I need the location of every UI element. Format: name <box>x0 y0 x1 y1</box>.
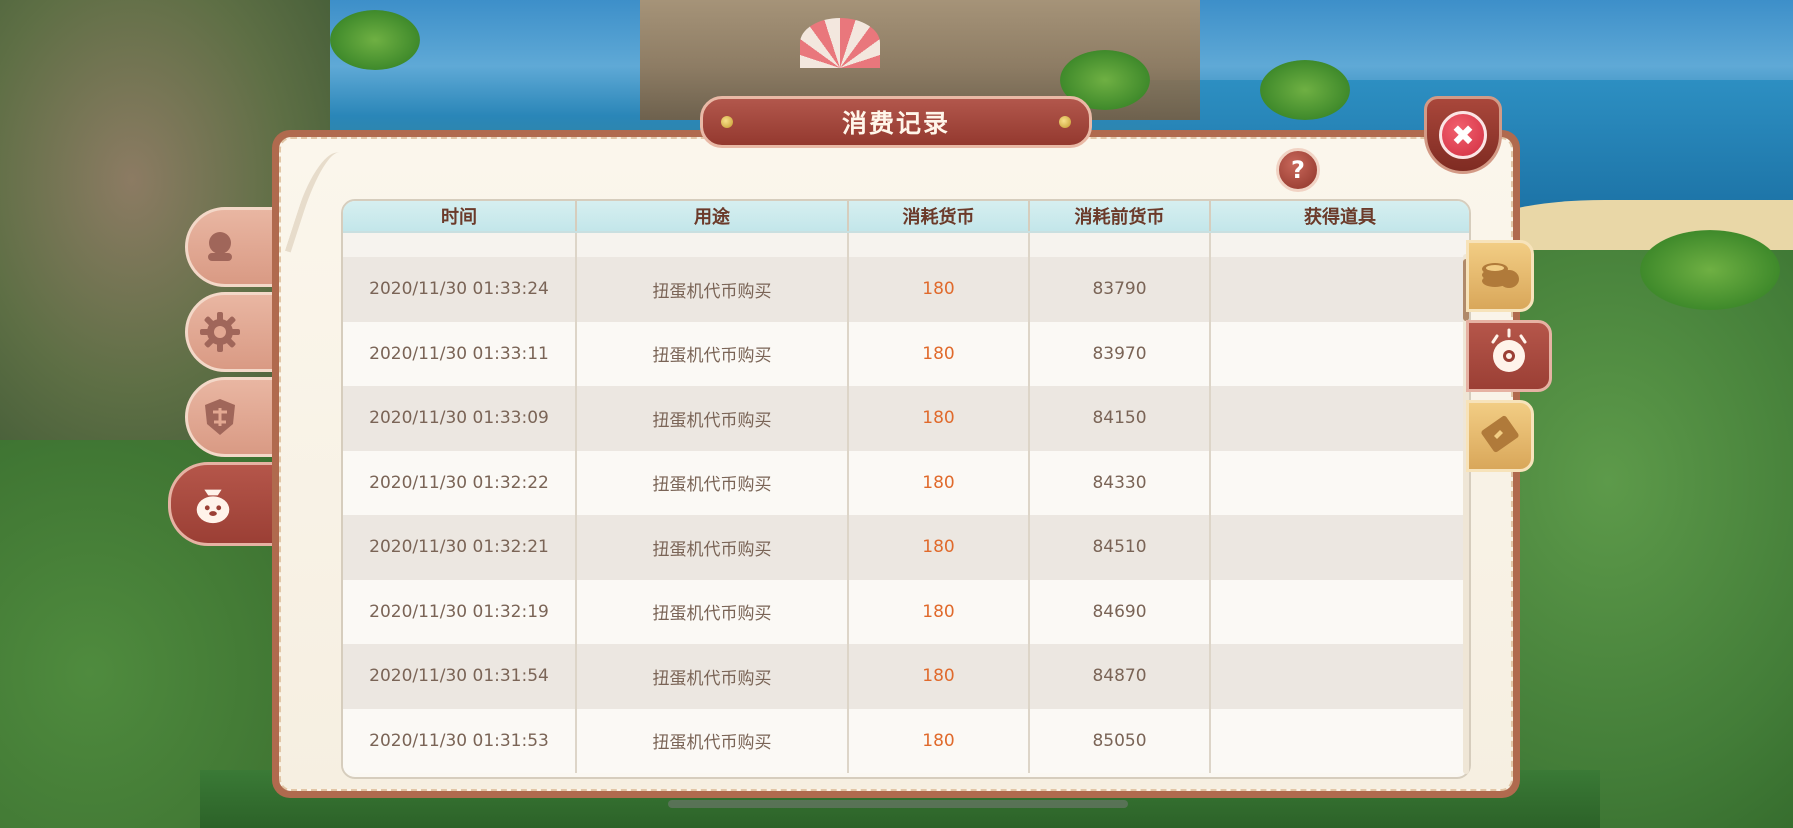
gacha-capsule-icon <box>1483 328 1535 384</box>
cell-item <box>1211 644 1469 709</box>
close-icon: ✖ <box>1439 111 1487 159</box>
cell-cost: 180 <box>849 257 1030 322</box>
cell-usage: 扭蛋机代币购买 <box>577 257 849 322</box>
cell-item <box>1211 322 1469 387</box>
table-body[interactable]: 2020/11/30 01:33:24 扭蛋机代币购买 180 83790 2020/1… <box>343 257 1469 773</box>
close-button[interactable]: ✖ <box>1424 96 1502 174</box>
cell-time: 2020/11/30 01:33:24 <box>343 257 577 322</box>
cell-time: 2020/11/30 01:31:54 <box>343 644 577 709</box>
cell-item <box>1211 451 1469 516</box>
gear-icon <box>198 310 242 354</box>
cell-cost: 180 <box>849 321 1030 386</box>
palm-tree <box>1260 60 1350 120</box>
palm-tree <box>1640 230 1780 310</box>
cell-time: 2020/11/30 01:32:19 <box>343 579 577 644</box>
side-tab-profile[interactable] <box>185 207 285 287</box>
cell-item <box>1211 515 1469 580</box>
table-row[interactable]: 2020/11/30 01:33:11 扭蛋机代币购买 180 83970 <box>343 321 1469 387</box>
cell-time: 2020/11/30 01:32:21 <box>343 515 577 580</box>
rivet <box>1059 116 1071 128</box>
ticket-icon <box>1477 411 1523 461</box>
avatar-icon <box>198 225 242 269</box>
help-icon: ? <box>1291 156 1305 184</box>
help-button[interactable]: ? <box>1276 148 1320 192</box>
table-row[interactable]: 2020/11/30 01:33:24 扭蛋机代币购买 180 83790 <box>343 257 1469 322</box>
table-row[interactable]: 2020/11/30 01:32:19 扭蛋机代币购买 180 84690 <box>343 579 1469 645</box>
cell-item <box>1211 386 1469 451</box>
cell-usage: 扭蛋机代币购买 <box>577 708 849 773</box>
home-indicator[interactable] <box>668 800 1128 808</box>
coins-icon <box>1477 251 1523 301</box>
cell-cost: 180 <box>849 386 1030 451</box>
rivet <box>721 116 733 128</box>
side-tab-guild[interactable] <box>185 377 285 457</box>
cell-time: 2020/11/30 01:33:09 <box>343 386 577 451</box>
col-header-item: 获得道具 <box>1304 207 1376 228</box>
cell-before: 84870 <box>1030 644 1211 709</box>
cell-item <box>1211 580 1469 645</box>
cell-cost: 180 <box>849 644 1030 709</box>
cell-item <box>1211 257 1469 322</box>
shield-icon <box>198 395 242 439</box>
cell-usage: 扭蛋机代币购买 <box>577 321 849 386</box>
cell-before: 83790 <box>1030 257 1211 322</box>
cell-before: 85050 <box>1030 708 1211 773</box>
cell-time: 2020/11/30 01:32:22 <box>343 450 577 515</box>
cell-cost: 180 <box>849 450 1030 515</box>
cell-before: 84330 <box>1030 450 1211 515</box>
cell-usage: 扭蛋机代币购买 <box>577 386 849 451</box>
beach-umbrella <box>800 18 880 68</box>
col-header-usage: 用途 <box>577 201 849 231</box>
bag-icon <box>191 482 235 526</box>
side-tab-settings[interactable] <box>185 292 285 372</box>
cell-cost: 180 <box>849 579 1030 644</box>
table-header: 时间 用途 消耗货币 消耗前货币 获得道具 <box>343 201 1469 233</box>
cell-usage: 扭蛋机代币购买 <box>577 644 849 709</box>
cell-item <box>1211 709 1469 774</box>
cell-time: 2020/11/30 01:33:11 <box>343 321 577 386</box>
right-tab-coins[interactable] <box>1466 240 1534 312</box>
side-tab-bag[interactable] <box>168 462 288 546</box>
cell-before: 84510 <box>1030 515 1211 580</box>
dialog-title: 消费记录 <box>841 109 950 138</box>
cell-cost: 180 <box>849 708 1030 773</box>
table-row[interactable]: 2020/11/30 01:31:53 扭蛋机代币购买 180 85050 <box>343 708 1469 774</box>
right-tab-ticket[interactable] <box>1466 400 1534 472</box>
cell-time: 2020/11/30 01:31:53 <box>343 708 577 773</box>
table-row[interactable]: 2020/11/30 01:33:09 扭蛋机代币购买 180 84150 <box>343 386 1469 451</box>
cell-usage: 扭蛋机代币购买 <box>577 450 849 515</box>
panel-content: 时间 用途 消耗货币 消耗前货币 获得道具 2020/11/30 01:33:2… <box>279 137 1513 791</box>
cell-before: 84690 <box>1030 579 1211 644</box>
cell-cost: 180 <box>849 515 1030 580</box>
col-header-cost: 消耗货币 <box>849 201 1030 231</box>
cell-usage: 扭蛋机代币购买 <box>577 515 849 580</box>
cell-before: 83970 <box>1030 321 1211 386</box>
title-banner: 消费记录 <box>700 96 1092 148</box>
cell-before: 84150 <box>1030 386 1211 451</box>
table-row[interactable]: 2020/11/30 01:31:54 扭蛋机代币购买 180 84870 <box>343 644 1469 709</box>
cell-usage: 扭蛋机代币购买 <box>577 579 849 644</box>
record-table[interactable]: 时间 用途 消耗货币 消耗前货币 获得道具 2020/11/30 01:33:2… <box>341 199 1471 779</box>
right-tab-gacha[interactable] <box>1466 320 1552 392</box>
col-header-before: 消耗前货币 <box>1030 201 1211 231</box>
table-row-clipped <box>343 233 1469 257</box>
consumption-record-panel: 时间 用途 消耗货币 消耗前货币 获得道具 2020/11/30 01:33:2… <box>272 130 1520 798</box>
col-header-time: 时间 <box>343 201 577 231</box>
palm-tree <box>330 10 420 70</box>
table-row[interactable]: 2020/11/30 01:32:22 扭蛋机代币购买 180 84330 <box>343 450 1469 516</box>
table-row[interactable]: 2020/11/30 01:32:21 扭蛋机代币购买 180 84510 <box>343 515 1469 580</box>
